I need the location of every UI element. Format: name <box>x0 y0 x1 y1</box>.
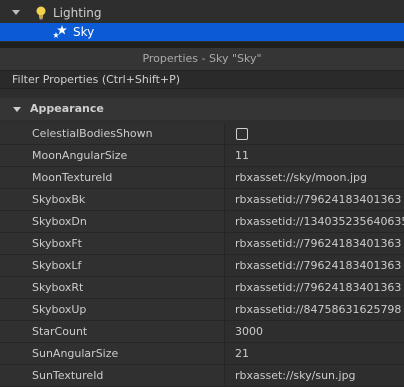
property-grid: CelestialBodiesShown MoonAngularSize 11 … <box>0 123 404 387</box>
tree-item-label: Sky <box>73 25 95 39</box>
property-row[interactable]: SkyboxBk rbxassetid://79624183401363 <box>0 189 404 211</box>
property-row[interactable]: SunAngularSize 21 <box>0 343 404 365</box>
properties-title: Properties - Sky "Sky" <box>0 48 404 71</box>
section-title: Appearance <box>30 102 104 115</box>
property-name: MoonTextureId <box>0 167 225 188</box>
tree-item-sky[interactable]: Sky <box>0 23 404 41</box>
tree-item-label: Lighting <box>53 6 102 20</box>
section-appearance[interactable]: Appearance <box>0 98 404 120</box>
property-row[interactable]: SkyboxFt rbxassetid://79624183401363 <box>0 233 404 255</box>
property-value[interactable]: 3000 <box>226 321 404 342</box>
property-name: SkyboxUp <box>0 299 225 320</box>
explorer-tree: Lighting Sky <box>0 0 404 42</box>
property-name: SkyboxFt <box>0 233 225 254</box>
property-row[interactable]: StarCount 3000 <box>0 321 404 343</box>
property-value[interactable]: rbxasset://sky/sun.jpg <box>226 365 404 386</box>
light-bulb-icon <box>36 6 46 20</box>
filter-properties-input[interactable]: Filter Properties (Ctrl+Shift+P) <box>0 71 404 89</box>
property-name: SkyboxBk <box>0 189 225 210</box>
property-row[interactable]: CelestialBodiesShown <box>0 123 404 145</box>
property-value[interactable]: rbxassetid://79624183401363 <box>226 255 404 276</box>
sky-stars-icon <box>53 25 67 38</box>
property-row[interactable]: SunTextureId rbxasset://sky/sun.jpg <box>0 365 404 387</box>
property-value[interactable]: rbxassetid://79624183401363 <box>226 233 404 254</box>
property-name: StarCount <box>0 321 225 342</box>
property-name: SunAngularSize <box>0 343 225 364</box>
property-value[interactable]: rbxassetid://84758631625798 <box>226 299 404 320</box>
property-name: SkyboxRt <box>0 277 225 298</box>
property-value[interactable] <box>226 123 404 144</box>
expand-arrow-icon[interactable] <box>12 10 20 15</box>
property-name: CelestialBodiesShown <box>0 123 225 144</box>
property-name: MoonAngularSize <box>0 145 225 166</box>
tree-item-lighting[interactable]: Lighting <box>0 4 404 22</box>
property-name: SkyboxLf <box>0 255 225 276</box>
property-value[interactable]: 11 <box>226 145 404 166</box>
property-name: SkyboxDn <box>0 211 225 232</box>
property-value[interactable]: rbxassetid://79624183401363 <box>226 189 404 210</box>
property-row[interactable]: MoonAngularSize 11 <box>0 145 404 167</box>
property-value[interactable]: rbxassetid://79624183401363 <box>226 277 404 298</box>
property-row[interactable]: MoonTextureId rbxasset://sky/moon.jpg <box>0 167 404 189</box>
property-value[interactable]: rbxassetid://134035235640635 <box>226 211 404 232</box>
property-name: SunTextureId <box>0 365 225 386</box>
property-row[interactable]: SkyboxUp rbxassetid://84758631625798 <box>0 299 404 321</box>
property-value[interactable]: rbxasset://sky/moon.jpg <box>226 167 404 188</box>
property-value[interactable]: 21 <box>226 343 404 364</box>
celestial-bodies-checkbox[interactable] <box>236 128 248 140</box>
property-row[interactable]: SkyboxRt rbxassetid://79624183401363 <box>0 277 404 299</box>
collapse-arrow-icon[interactable] <box>13 107 21 112</box>
property-row[interactable]: SkyboxLf rbxassetid://79624183401363 <box>0 255 404 277</box>
property-row[interactable]: SkyboxDn rbxassetid://134035235640635 <box>0 211 404 233</box>
